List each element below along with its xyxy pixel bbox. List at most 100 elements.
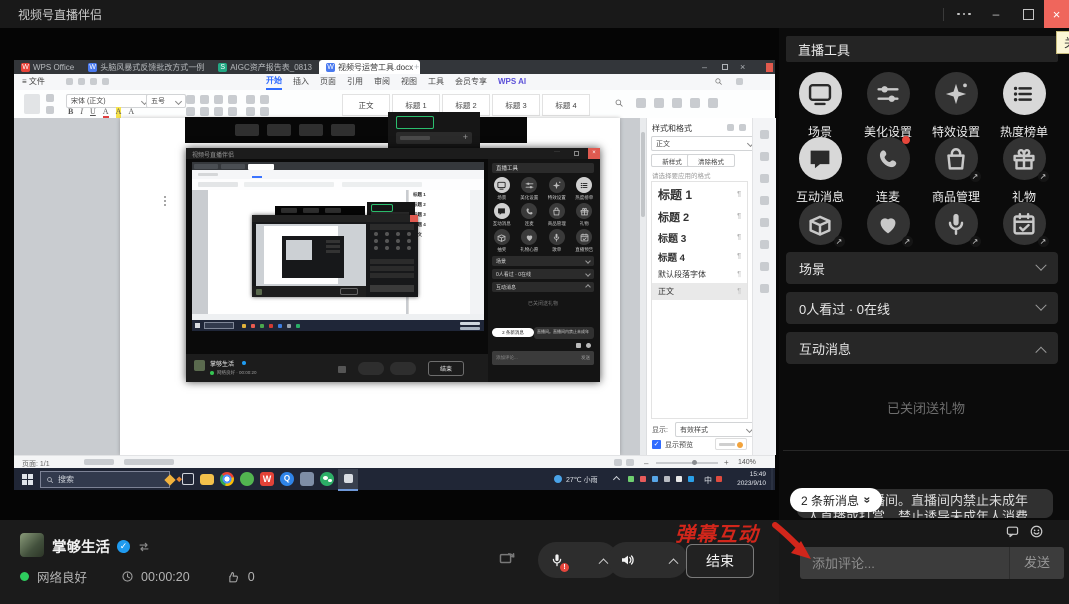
ribbon-tabs: 开始 插入 页面 引用 审阅 视图 工具 会员专享 WPS AI (266, 74, 526, 90)
speaker-options-chevron-icon[interactable] (669, 558, 679, 568)
wps-app-icon (260, 472, 274, 486)
nested-status-line: 网络良好 · 00:00:20 (217, 370, 257, 376)
notes-app-icon (300, 472, 314, 486)
screen-share-icon[interactable] (497, 549, 517, 567)
live-tool-button[interactable]: 热度榜单 (990, 72, 1058, 125)
comment-area: 发送 (779, 520, 1069, 604)
level2-tool-dot (396, 246, 400, 250)
comment-input[interactable] (800, 556, 1009, 571)
level2-tool-dot (396, 232, 400, 236)
swap-icon[interactable] (137, 540, 151, 554)
mic-alert-badge: ! (560, 563, 569, 572)
live-tool-button[interactable]: 特效设置 (922, 72, 990, 125)
section-bar[interactable]: 场景 (786, 252, 1058, 284)
ribbon-tab: 插入 (293, 75, 309, 89)
format-painter-icon (46, 94, 54, 102)
nested-end-button: 结束 (428, 361, 464, 376)
chat-icon[interactable] (1005, 524, 1020, 539)
gift-icon (1003, 137, 1046, 180)
font-format-buttons: BIUAAA (68, 107, 134, 118)
new-messages-pill[interactable]: 2 条新消息 » (790, 488, 882, 512)
speaker-button[interactable] (608, 542, 688, 578)
chevron-icon (1035, 300, 1046, 311)
level2-tool-dot (385, 246, 389, 250)
level2-tool-dot (407, 246, 411, 250)
live-tool-button[interactable]: 商品管理 (922, 137, 990, 190)
qq-browser-icon (280, 472, 294, 486)
zoom-level: 140% (738, 459, 756, 466)
windows-taskbar: 搜索 27℃ 小雨 中 15:492023/9/10 (14, 468, 775, 490)
nested-tool: 商品管理 (543, 203, 571, 227)
message-icon (799, 137, 842, 180)
clear-format-icon (46, 106, 54, 114)
more-menu-button[interactable] (948, 0, 980, 28)
maximize-button[interactable] (1012, 0, 1044, 28)
mini-wps-tabbar (192, 162, 484, 170)
smiley-icon[interactable] (1029, 524, 1044, 539)
indent-icon (214, 95, 223, 104)
nested-tool: 直播预告 (571, 229, 599, 253)
titlebar: 视频号直播伴侣 – × (0, 0, 1069, 28)
send-button[interactable]: 发送 (1009, 547, 1064, 579)
wps-tabbar: WPS Office 头脑风暴式反馈批改方式一例 AIGC资产报告表_0813 … (14, 60, 775, 74)
live-tool-button[interactable]: 歌单 (922, 202, 990, 255)
thumb-icon (226, 570, 240, 584)
ranking-icon (1003, 72, 1046, 115)
minimize-button[interactable]: – (980, 0, 1012, 28)
ribbon-tab: WPS AI (498, 75, 526, 89)
end-stream-button[interactable]: 结束 (686, 544, 754, 578)
highlight-icon (260, 107, 269, 116)
nested-tool: 歌单 (543, 229, 571, 253)
like-count: 0 (248, 570, 255, 584)
view-mode-icon-1 (614, 459, 622, 466)
maximize-icon (1023, 9, 1034, 20)
strip-icon-7 (760, 262, 769, 271)
wps-restore-icon (722, 64, 728, 70)
wps-statusbar: 页面: 1/1 – + 140% (14, 455, 775, 469)
live-tool-button[interactable]: 互动消息 (786, 137, 854, 190)
beauty-icon (867, 72, 910, 115)
section-bar[interactable]: 互动消息 (786, 332, 1058, 364)
live-tool-button[interactable]: 抽奖 (786, 202, 854, 255)
notice-icon (1003, 202, 1046, 245)
live-tool-button[interactable]: 直播预告 (990, 202, 1058, 255)
live-tool-button[interactable]: 礼物心愿 (854, 202, 922, 255)
toolbar-more-icon-4 (690, 98, 700, 108)
live-tool-button[interactable]: 美化设置 (854, 72, 922, 125)
ribbon-collapse-icon (736, 78, 743, 85)
song-icon (935, 202, 978, 245)
mini-style-item: 标题 1 (409, 190, 470, 200)
window-title: 视频号直播伴侣 (18, 6, 102, 23)
mic-button[interactable]: ! (538, 542, 618, 578)
search-icon (614, 98, 624, 108)
show-label: 显示: (652, 425, 668, 435)
live-tool-button[interactable]: 场景 (786, 72, 854, 125)
mini-style-item: 标题 2 (409, 200, 470, 210)
wps-menubar: ≡ 文件 开始 插入 页面 引用 审阅 视图 工具 (14, 74, 775, 91)
paste-button-placeholder (24, 94, 40, 114)
nested-titlebar: 视频号直播伴侣 ··· × (186, 148, 600, 159)
live-tool-button[interactable]: 礼物 (990, 137, 1058, 190)
network-status: 网络良好 (37, 567, 87, 586)
style-chip: 正文 (342, 94, 390, 116)
nested-section-bar: 场景 (492, 256, 594, 266)
mini-taskbar (192, 320, 484, 331)
stream-preview[interactable]: WPS Office 头脑风暴式反馈批改方式一例 AIGC资产报告表_0813 … (14, 60, 775, 490)
live-tool-button[interactable]: 连麦 (854, 137, 922, 190)
nested-tool: 礼物 (571, 203, 599, 227)
clear-format-button: 清除格式 (687, 154, 735, 167)
goods-icon (935, 137, 978, 180)
nested-tools-header: 直播工具 (492, 163, 594, 173)
notice-icon (576, 229, 592, 245)
streamer-identity: 掌够生活 ✓ (52, 536, 151, 557)
shading-icon (260, 95, 269, 104)
toolbar-more-icon-5 (708, 98, 718, 108)
section-bar[interactable]: 0人看过 · 0在线 (786, 292, 1058, 324)
goods-icon (549, 203, 565, 219)
mic-options-chevron-icon[interactable] (599, 558, 609, 568)
selected-source-chip (396, 116, 434, 129)
nested-sections: 场景0人看过 · 0在线互动消息 (492, 256, 594, 292)
verified-badge-icon: ✓ (117, 540, 130, 553)
nested-tool: 礼物心愿 (516, 229, 544, 253)
close-button[interactable]: × (1044, 0, 1069, 28)
